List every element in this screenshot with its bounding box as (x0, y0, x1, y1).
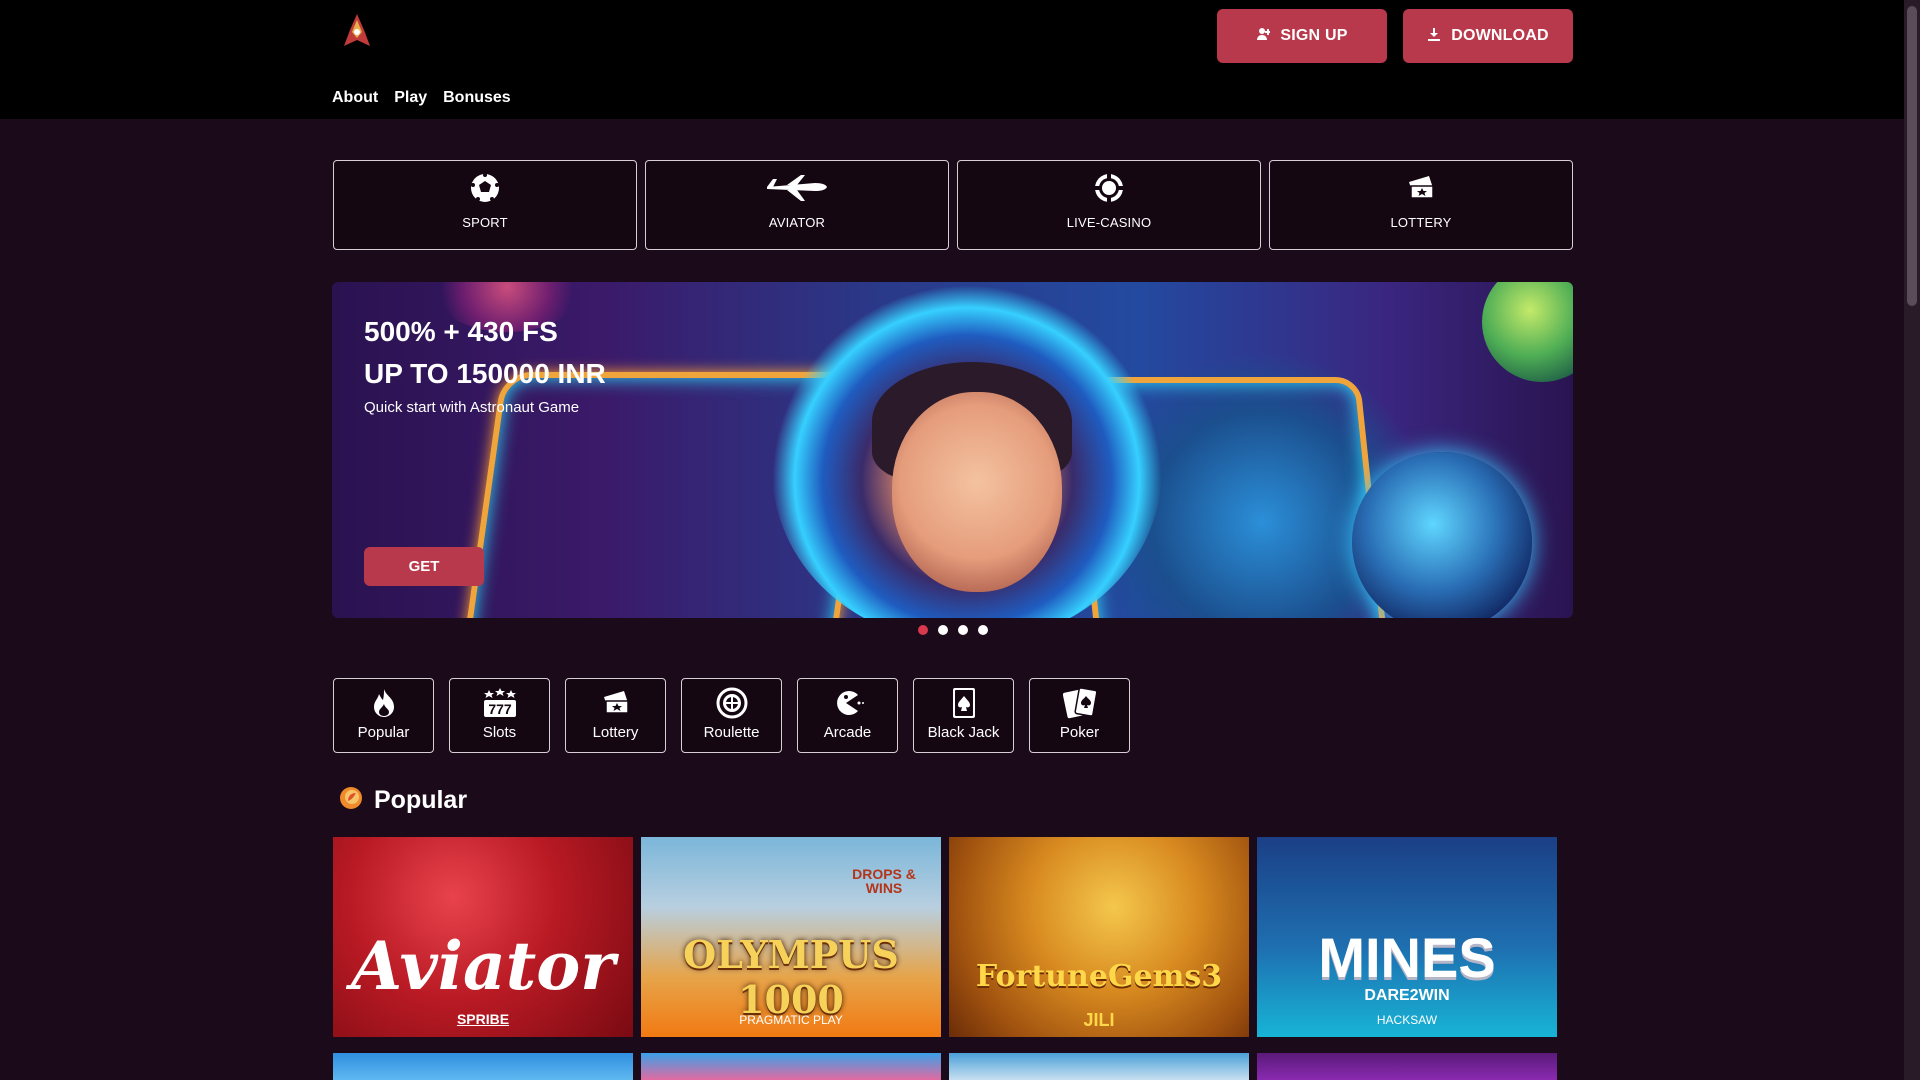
nav-about[interactable]: About (332, 89, 378, 107)
fire-icon (372, 687, 396, 719)
type-blackjack[interactable]: Black Jack (913, 678, 1014, 753)
type-lottery[interactable]: Lottery (565, 678, 666, 753)
category-label: LOTTERY (1390, 215, 1452, 230)
popular-title: Popular (374, 786, 468, 814)
nav-bonuses[interactable]: Bonuses (443, 89, 511, 107)
playing-card-icon (951, 687, 977, 719)
banner-subtitle: Quick start with Astronaut Game (364, 399, 580, 416)
carousel-dot-1[interactable] (918, 625, 928, 635)
poker-cards-icon (1062, 687, 1097, 719)
user-plus-icon (1256, 27, 1272, 46)
signup-button[interactable]: SIGN UP (1217, 9, 1387, 63)
category-live-casino[interactable]: LIVE-CASINO (957, 160, 1261, 250)
get-bonus-button[interactable]: GET (364, 547, 484, 586)
category-label: AVIATOR (768, 215, 826, 230)
popular-section-icon (338, 785, 364, 816)
banner-art (1482, 282, 1573, 382)
banner-headline: 500% + 430 FS (364, 316, 558, 347)
type-label: Roulette (703, 724, 760, 741)
type-label: Lottery (592, 724, 639, 741)
lottery-ticket-icon (1405, 171, 1437, 205)
game-card-fortune-gems[interactable]: FortuneGems3 JILI (949, 837, 1249, 1037)
popular-heading: Popular (338, 785, 467, 816)
game-provider: SPRIBE (456, 1011, 510, 1027)
category-label: SPORT (462, 215, 508, 230)
carousel-dot-2[interactable] (938, 625, 948, 635)
site-logo[interactable] (340, 12, 374, 52)
category-aviator[interactable]: AVIATOR (645, 160, 949, 250)
game-provider: PRAGMATIC PLAY (739, 1013, 843, 1027)
download-icon (1427, 27, 1441, 46)
soccer-ball-icon (469, 171, 501, 205)
download-label: DOWNLOAD (1451, 27, 1549, 44)
game-card-row2[interactable] (1257, 1053, 1557, 1080)
pacman-icon (832, 687, 864, 719)
game-card-row2[interactable] (641, 1053, 941, 1080)
category-sport[interactable]: SPORT (333, 160, 637, 250)
download-button[interactable]: DOWNLOAD (1403, 9, 1573, 63)
category-label: LIVE-CASINO (1066, 215, 1152, 230)
lottery-ticket-icon (600, 687, 632, 719)
banner-art (1352, 452, 1532, 618)
game-card-row2[interactable] (949, 1053, 1249, 1080)
banner-headline-2: UP TO 150000 INR (364, 358, 606, 389)
airplane-icon (765, 171, 829, 205)
banner-art (892, 392, 1062, 592)
game-badge: DROPS & WINS (852, 866, 916, 896)
game-title: FortuneGems3 (975, 959, 1223, 994)
type-popular[interactable]: Popular (333, 678, 434, 753)
type-label: Popular (357, 724, 410, 741)
game-title: MINES (1318, 926, 1496, 989)
game-card-olympus[interactable]: DROPS & WINS OLYMPUS 1000 PRAGMATIC PLAY (641, 837, 941, 1037)
type-label: Black Jack (927, 724, 1000, 741)
slots-777-icon: 777 (483, 687, 517, 719)
game-title: Aviator (351, 927, 615, 1005)
game-title: OLYMPUS 1000 (683, 932, 899, 1022)
roulette-icon (716, 687, 748, 719)
game-provider: HACKSAW (1376, 1013, 1438, 1027)
type-arcade[interactable]: Arcade (797, 678, 898, 753)
promo-banner[interactable]: 500% + 430 FS UP TO 150000 INR Quick sta… (332, 282, 1573, 618)
type-label: Arcade (823, 724, 872, 741)
main-nav: About Play Bonuses (332, 89, 511, 107)
game-card-aviator[interactable]: Aviator SPRIBE (333, 837, 633, 1037)
type-label: Slots (482, 724, 517, 741)
type-roulette[interactable]: Roulette (681, 678, 782, 753)
type-label: Poker (1059, 724, 1100, 741)
game-card-row2[interactable] (333, 1053, 633, 1080)
type-poker[interactable]: Poker (1029, 678, 1130, 753)
game-provider: JILI (1083, 1010, 1115, 1030)
svg-text:777: 777 (488, 701, 512, 717)
carousel-dot-4[interactable] (978, 625, 988, 635)
game-subtitle: DARE2WIN (1364, 987, 1450, 1004)
category-lottery[interactable]: LOTTERY (1269, 160, 1573, 250)
signup-label: SIGN UP (1280, 27, 1348, 44)
casino-chip-icon (1093, 171, 1125, 205)
top-header (0, 0, 1904, 119)
nav-play[interactable]: Play (394, 89, 427, 107)
scrollbar-thumb[interactable] (1907, 6, 1917, 306)
carousel-dots (918, 625, 988, 635)
carousel-dot-3[interactable] (958, 625, 968, 635)
type-slots[interactable]: 777 Slots (449, 678, 550, 753)
game-card-mines[interactable]: MINES DARE2WIN HACKSAW (1257, 837, 1557, 1037)
